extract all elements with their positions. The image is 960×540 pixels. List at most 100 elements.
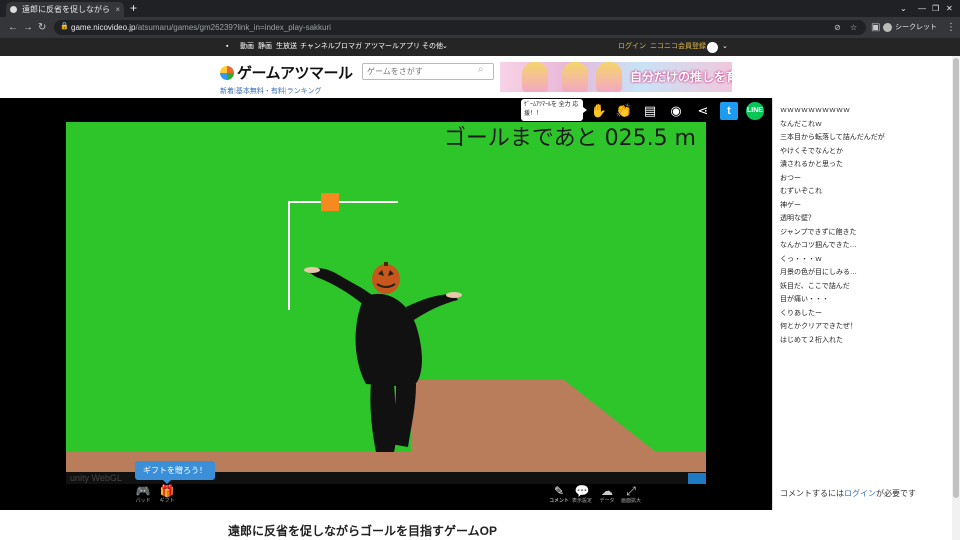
camera-icon[interactable]: ◉ [667,102,685,120]
subnav-new[interactable]: 新着 [220,88,234,95]
comment-item: 月景の色が目にしみる… [780,269,857,276]
unity-fullscreen-button[interactable] [688,473,706,484]
nav-item-other[interactable]: その他 [422,38,443,56]
comment-item: はじめて２桁入れた [780,336,843,344]
game-scene [66,193,706,472]
nav-item-blomaga[interactable]: ブロマガ [334,38,362,56]
nav-item-app[interactable]: アプリ [399,38,420,56]
line-icon[interactable]: LINE [746,102,764,120]
site-header: ゲームアツマール ⌕ 自分だけの推しを育成しよう！ 新着|基本無料・有料|ランキ… [0,56,960,98]
gift-label: ギフト [159,498,175,504]
back-icon[interactable]: ← [8,20,18,35]
comment-login-link[interactable]: ログイン [844,489,876,498]
url-text: game.nicovideo.jp/atsumaru/games/gm26239… [71,20,331,35]
incognito-icon [883,22,892,32]
game-title: 遠郎に反省を促しながらゴールを目指すゲームOP [228,524,497,538]
comment-item: 神ゲー [780,201,801,209]
user-avatar[interactable] [707,42,718,53]
comment-item: おつー [780,174,801,182]
site-nav: ▪ 動画 静画 生放送 チャンネル ブロマガ アツマール アプリ その他 ⌄ ロ… [0,38,960,56]
address-bar[interactable]: 🔒 game.nicovideo.jp/atsumaru/games/gm262… [54,20,866,35]
atsumaru-logo[interactable]: ゲームアツマール [220,62,353,83]
scrollbar-thumb[interactable] [953,58,959,498]
comment-item: 潰されるかと思った [780,161,843,168]
character-left-hand [304,267,320,273]
nav-item-channel[interactable]: チャンネル [300,38,335,56]
comment-item: ジャンプできずに飽きた [780,228,857,236]
unity-logo: unity WebGL [70,473,122,483]
comment-item: やけくそでなんとか [780,147,843,155]
register-link[interactable]: ニコニコ会員登録 [650,38,706,56]
incognito-label: シークレット [895,24,937,31]
distance-remaining: ゴールまであと 025.5 m [443,126,696,151]
new-tab-button[interactable]: + [130,0,137,17]
comment-item: 透明な壁？ [780,215,815,222]
comment-item: 妖目だ、ここで詰んだ [780,282,850,290]
incognito-badge[interactable]: シークレット [883,21,937,34]
white-frame-line [288,201,398,310]
ad-banner[interactable]: 自分だけの推しを育成しよう！ [500,62,732,92]
comment-list-panel: ｗｗｗｗｗｗｗｗｗｗ なんだこれｗ 三本目から転落して詰んだんだが やけくそでなんとか… [772,98,952,510]
comment-item: 三本目から転落して詰んだんだが [780,134,885,141]
comment-notice-suffix: が必要です [876,489,916,498]
eye-off-icon[interactable]: ⊘ [834,20,841,35]
browser-tab[interactable]: 遠郎に反省を促しながら × [6,2,124,17]
game-search-input[interactable] [362,63,494,80]
gift-popup[interactable]: ギフトを贈ろう！ [135,461,215,484]
restore-icon[interactable]: ❐ [932,0,939,17]
user-menu-chevron-icon[interactable]: ⌄ [722,38,728,56]
login-link[interactable]: ログイン [618,38,646,56]
menu-kebab-icon[interactable]: ⋮ [946,20,956,35]
close-window-icon[interactable]: ✕ [946,0,953,17]
browser-toolbar: ← → ↻ 🔒 game.nicovideo.jp/atsumaru/games… [0,17,960,38]
comment-item: くっ・・・ｗ [780,255,822,263]
ramp-platform [411,380,656,452]
comment-item: なんだこれｗ [780,120,822,128]
banner-character [562,62,588,92]
share-icon[interactable]: ⋖ [694,102,712,120]
fullscreen-button[interactable]: ⤢ 画面拡大 [616,484,646,504]
subnav-free-paid[interactable]: 基本無料・有料 [236,88,285,95]
cheer-icon[interactable]: ✋ [590,102,608,120]
game-canvas[interactable]: ゴールまであと 025.5 m [66,122,706,472]
gift-button[interactable]: 🎁 ギフト [152,484,182,504]
favicon-icon [10,6,17,13]
nav-item-seiga[interactable]: 静画 [258,38,272,56]
browser-tab-bar: 遠郎に反省を促しながら × + ⌄ — ❐ ✕ [0,0,960,17]
page-scrollbar[interactable] [952,56,960,540]
lock-icon: 🔒 [60,23,69,30]
fullscreen-icon: ⤢ [626,484,636,498]
gift-icon: 🎁 [159,484,175,498]
nav-item-video[interactable]: 動画 [240,38,254,56]
orange-block [321,193,339,211]
chevron-down-icon: ⌄ [442,43,448,50]
twitter-icon[interactable]: t [720,102,738,120]
logo-text: ゲームアツマール [237,65,353,82]
comment-notice-prefix: コメントするには [780,489,844,498]
sidepanel-icon[interactable]: ▣ [871,20,880,35]
comment-item: 目が痛い・・・ [780,296,829,303]
star-icon[interactable]: ☆ [850,20,857,35]
comment-list[interactable]: ｗｗｗｗｗｗｗｗｗｗ なんだこれｗ 三本目から転落して詰んだんだが やけくそでなんとか… [773,98,952,347]
tab-search-icon[interactable]: ⌄ [900,0,907,17]
nav-item-live[interactable]: 生放送 [276,38,297,56]
support-bubble: ｹﾞｰﾑｱﾂﾏｰﾙを 全力 応援！！ [521,99,587,121]
tab-close-icon[interactable]: × [115,2,120,17]
niconico-logo-icon[interactable]: ▪ [226,38,228,56]
url-domain: game.nicovideo.jp [71,23,136,32]
comment-item: むずいぞこれ [780,188,822,195]
comment-login-notice: コメントするにはログインが必要です [780,488,916,499]
article-icon[interactable]: ▤ [641,102,659,120]
comment-item: なんかコツ掴んできた… [780,242,857,249]
search-icon[interactable]: ⌕ [478,64,484,75]
clap-icon[interactable]: 👏 [615,102,633,120]
game-player: ｹﾞｰﾑｱﾂﾏｰﾙを 全力 応援！！ ✋ 👏 ▤ ◉ ⋖ t LINE ゴールま… [0,98,772,510]
url-path: /atsumaru/games/gm26239?link_in=index_pl… [135,23,331,32]
subnav-ranking[interactable]: ランキング [287,88,322,95]
minimize-icon[interactable]: — [918,0,926,17]
nav-item-atsumaru[interactable]: アツマール [364,38,399,56]
reload-icon[interactable]: ↻ [38,20,46,35]
forward-icon[interactable]: → [23,20,33,35]
banner-character [596,62,622,92]
banner-text: 自分だけの推しを育成しよう！ [630,70,732,84]
